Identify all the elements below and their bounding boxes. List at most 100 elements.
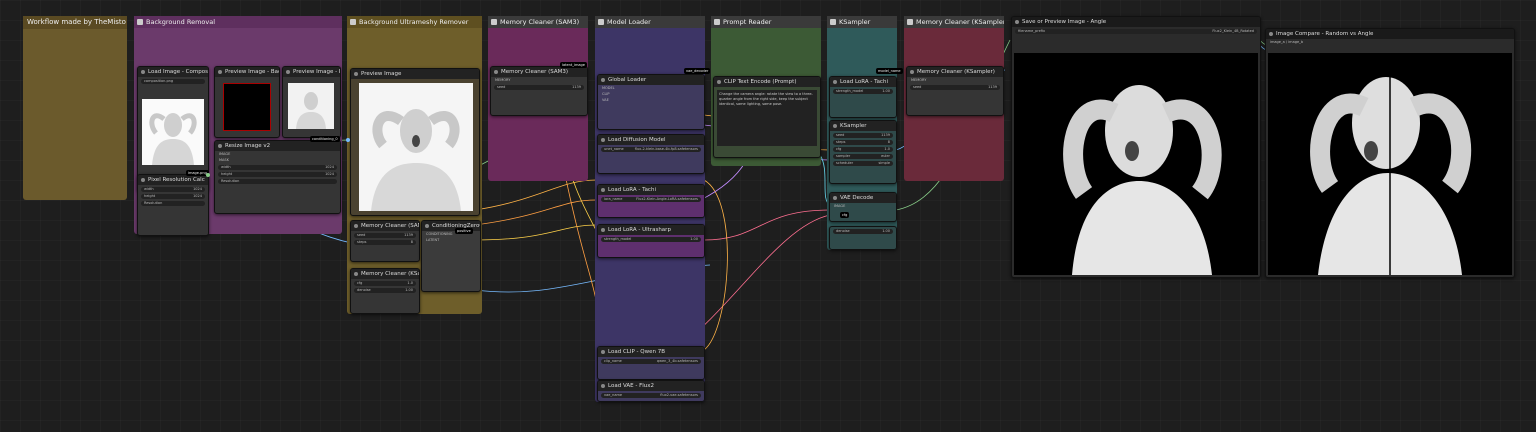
global-loader-node[interactable]: Global Loader MODEL CLIP VAE: [597, 74, 705, 130]
background-removal-group[interactable]: Background Removal Load Image - Composit…: [134, 16, 342, 236]
load-image-preview: [142, 99, 204, 165]
output-port-dot[interactable]: [206, 173, 210, 177]
memory-sam-node[interactable]: Memory Cleaner (SAM3) MEMORY seed 1139: [490, 66, 588, 116]
filename-node[interactable]: denoise 1.00: [829, 226, 897, 250]
prompt-textarea[interactable]: Change the camera angle: rotate the view…: [717, 90, 817, 146]
memory-sam-node-title: Memory Cleaner (SAM3): [491, 67, 587, 77]
lora-angle-widget[interactable]: strength_model 1.00: [833, 89, 893, 94]
ksampler-title: KSampler: [827, 16, 897, 28]
vae-decode-title: VAE Decode: [830, 193, 896, 203]
preview-image-node[interactable]: Preview Image: [350, 68, 480, 216]
ksampler-node[interactable]: KSampler seed 1139 steps 8 cfg 1.0 sampler e…: [829, 120, 897, 184]
bg-remover-title: Background Ultrameshy Remover: [347, 16, 482, 28]
subject-preview: [359, 83, 473, 211]
prompt-reader-group[interactable]: Prompt Reader CLIP Text Encode (Prompt) …: [711, 16, 821, 166]
filename-widget[interactable]: denoise 1.00: [833, 229, 893, 234]
figure-icon: [1063, 85, 1222, 275]
prompt-reader-label: Prompt Reader: [723, 18, 772, 26]
memory-ksampler-group[interactable]: Memory Cleaner (KSampler) Memory Cleaner…: [904, 16, 1004, 181]
sam-steps-widget[interactable]: steps 8: [354, 240, 416, 245]
clip-out-slot[interactable]: CLIP: [602, 92, 700, 97]
clip-loader-node[interactable]: Load CLIP - Qwen 7B clip_name qwen_3_4b.s…: [597, 346, 705, 380]
ks-cfg-widget[interactable]: cfg 1.0: [833, 147, 893, 152]
memory-k-seed-widget[interactable]: seed 1139: [910, 85, 1000, 90]
lora-1-widget[interactable]: lora_name Flux2-Klein-Angle-LoRA.safetens…: [601, 197, 701, 202]
preview-image-title: Preview Image: [351, 69, 479, 79]
figure-icon: [149, 113, 197, 165]
clip-name-widget[interactable]: clip_name qwen_3_4b.safetensors: [601, 359, 701, 364]
vae-name-widget[interactable]: vae_name flux2-vae.safetensors: [601, 393, 701, 398]
ks-seed-widget[interactable]: seed 1139: [833, 133, 893, 138]
resize-width-widget[interactable]: width 1024: [218, 165, 337, 170]
group-icon: [714, 19, 720, 25]
latent-slot[interactable]: LATENT: [426, 238, 476, 243]
ks-sampler-widget[interactable]: sampler euler: [833, 154, 893, 159]
resize-image-node[interactable]: Resize Image v2 IMAGE MASK width 1024 hei…: [214, 140, 341, 214]
group-icon: [907, 19, 913, 25]
save-image-node[interactable]: Save or Preview Image - Angle filename_p…: [1011, 16, 1261, 278]
node-graph-canvas[interactable]: Workflow made by TheMisto Background Rem…: [0, 0, 1536, 432]
input-port-dot[interactable]: [346, 138, 350, 142]
lora-2-widget[interactable]: strength_model 1.00: [601, 237, 701, 242]
vae-out-slot[interactable]: VAE: [602, 98, 700, 103]
save-image-title: Save or Preview Image - Angle: [1012, 17, 1260, 27]
memory-slot[interactable]: MEMORY: [495, 78, 583, 83]
text-encode-node[interactable]: CLIP Text Encode (Prompt) Change the cam…: [713, 76, 821, 158]
ks-steps-widget[interactable]: steps 8: [833, 140, 893, 145]
memory-ksampler-node[interactable]: Memory Cleaner (KSampler) MEMORY seed 113…: [906, 66, 1004, 116]
compare-preview[interactable]: [1268, 53, 1512, 275]
image-file-widget[interactable]: composition.png: [141, 79, 205, 84]
figure-icon: [1310, 53, 1472, 275]
sam-cfg-widget[interactable]: cfg 1.0: [354, 281, 416, 286]
bg-remover-group[interactable]: Background Ultrameshy Remover Preview Im…: [347, 16, 482, 314]
group-icon: [350, 19, 356, 25]
text-encode-title: CLIP Text Encode (Prompt): [714, 77, 820, 87]
ksampler-group[interactable]: KSampler Load LoRA - Tachi strength_mode…: [827, 16, 897, 250]
vae-decode-node[interactable]: VAE Decode IMAGE: [829, 192, 897, 222]
pixel-resolution-node[interactable]: Pixel Resolution Calc width 1024 height 10…: [137, 174, 209, 236]
background-removal-title: Background Removal: [134, 16, 342, 28]
sam-denoise-widget[interactable]: denoise 1.00: [354, 288, 416, 293]
memory-k-slot[interactable]: MEMORY: [911, 78, 999, 83]
resize-resolution-widget[interactable]: Resolution: [218, 179, 337, 184]
ks-scheduler-widget[interactable]: scheduler simple: [833, 161, 893, 166]
badge-conditioning: conditioning_0: [310, 136, 340, 142]
diffusion-loader-node[interactable]: Load Diffusion Model unet_name flux-2-kle…: [597, 134, 705, 174]
background-mask-preview: [223, 83, 271, 131]
sam-seed-widget[interactable]: seed 1139: [354, 233, 416, 238]
image-compare-title: Image Compare - Random vs Angle: [1266, 29, 1514, 39]
image-compare-node[interactable]: Image Compare - Random vs Angle image_a …: [1265, 28, 1515, 278]
resize-height-widget[interactable]: height 1024: [218, 172, 337, 177]
memory-seed-widget[interactable]: seed 1139: [494, 85, 584, 90]
vae-loader-node[interactable]: Load VAE - Flux2 vae_name flux2-vae.safet…: [597, 380, 705, 402]
decode-image-slot[interactable]: IMAGE: [834, 204, 892, 209]
width-widget[interactable]: width 1024: [141, 187, 205, 192]
lora-2-title: Load LoRA - Ultrasharp: [598, 225, 704, 235]
lora-angle-node[interactable]: Load LoRA - Tachi strength_model 1.00: [829, 76, 897, 118]
unet-widget[interactable]: unet_name flux-2-klein-base-4b-fp8.safete…: [601, 147, 701, 152]
preview-background-node[interactable]: Preview Image - Background: [214, 66, 280, 138]
vae-loader-title: Load VAE - Flux2: [598, 381, 704, 391]
bg-remover-label: Background Ultrameshy Remover: [359, 18, 469, 26]
filename-prefix-widget[interactable]: filename_prefix Flux2_Klein_4B_Rotated: [1015, 29, 1257, 34]
sam-extra-node[interactable]: Memory Cleaner (KSampler) cfg1.0 denoise…: [350, 268, 420, 314]
image-input-slot[interactable]: IMAGE: [219, 152, 336, 157]
preview-rembg-node[interactable]: Preview Image - Rembg: [282, 66, 341, 138]
resolution-widget[interactable]: Resolution: [141, 201, 205, 206]
workflow-notes-group[interactable]: Workflow made by TheMisto: [23, 16, 127, 200]
rembg-preview: [288, 83, 334, 129]
height-widget[interactable]: height 1024: [141, 194, 205, 199]
memory-sam-group[interactable]: Memory Cleaner (SAM3) Memory Cleaner (SA…: [488, 16, 588, 181]
ksampler-node-title: KSampler: [830, 121, 896, 131]
sam-settings-node[interactable]: Memory Cleaner (SAM3) seed1139 steps8: [350, 220, 420, 262]
output-preview: [1014, 53, 1258, 275]
group-icon: [598, 19, 604, 25]
lora-2-node[interactable]: Load LoRA - Ultrasharp strength_model 1.0…: [597, 224, 705, 258]
group-icon: [137, 19, 143, 25]
mask-input-slot[interactable]: MASK: [219, 158, 336, 163]
model-out-slot[interactable]: MODEL: [602, 86, 700, 91]
lora-1-node[interactable]: Load LoRA - Tachi lora_name Flux2-Klein-A…: [597, 184, 705, 218]
lora-1-title: Load LoRA - Tachi: [598, 185, 704, 195]
figure-icon: [371, 109, 461, 211]
memory-ksampler-label: Memory Cleaner (KSampler): [916, 18, 1004, 26]
